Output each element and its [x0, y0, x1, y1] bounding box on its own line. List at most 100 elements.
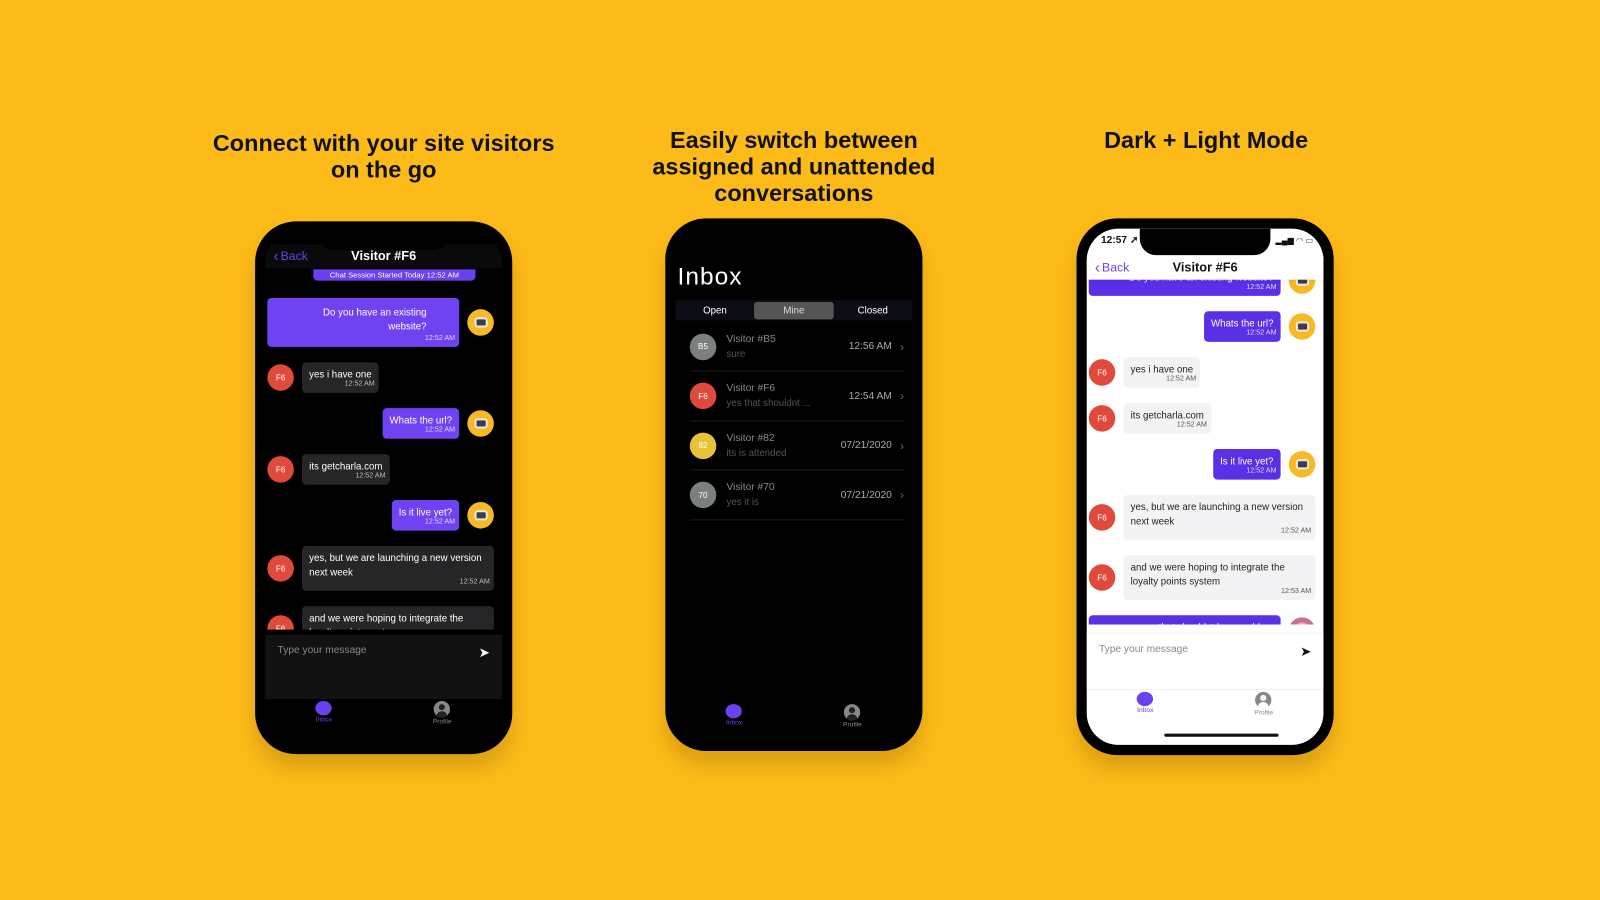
segment-closed[interactable]: Closed	[833, 302, 912, 319]
chevron-right-icon: ›	[899, 339, 905, 354]
tab-bar: Inbox Profile	[1087, 691, 1324, 727]
chevron-right-icon: ›	[899, 487, 905, 503]
message-preview: yes it is	[726, 496, 759, 509]
message-bubble: Whats the url? 12:52 AM	[1203, 311, 1281, 342]
message-input[interactable]: Type your message ➤	[265, 634, 503, 699]
visitor-name: Visitor #B5	[726, 333, 776, 345]
tab-inbox[interactable]: Inbox	[725, 704, 743, 739]
message-time: 12:52 AM	[355, 472, 386, 480]
send-icon[interactable]: ➤	[479, 645, 490, 689]
message-time: 12:52 AM	[1176, 421, 1207, 429]
message-row: Is it live yet? 12:52 AM	[1089, 448, 1316, 480]
message-row: F6 its getcharla.com 12:52 AM	[1088, 403, 1316, 434]
message-text: and we were hoping to integrate the loya…	[309, 613, 464, 629]
visitor-avatar: F6	[267, 615, 294, 630]
message-time: 12:52 AM	[1246, 467, 1277, 475]
input-placeholder: Type your message	[1098, 643, 1189, 656]
message-row: Do you have an existing website?12:52 AM	[267, 297, 494, 347]
message-preview: sure	[726, 348, 746, 360]
tab-profile[interactable]: Profile	[843, 704, 862, 739]
back-label: Back	[1102, 260, 1130, 275]
chat-bubble-icon	[315, 701, 333, 716]
session-banner: Chat Session Started Today 12:52 AM	[313, 269, 476, 281]
notch	[1139, 228, 1271, 256]
message-row: Whats the url? 12:52 AM	[1089, 311, 1316, 342]
visitor-avatar: F6	[267, 364, 294, 391]
message-bubble: Do you have an existing website?12:52 AM	[1088, 279, 1281, 296]
message-time: 12:52 AM	[1246, 329, 1277, 337]
send-icon[interactable]: ➤	[1300, 644, 1311, 679]
visitor-name: Visitor #82	[726, 432, 775, 444]
tab-inbox[interactable]: Inbox	[315, 701, 333, 736]
visitor-name: Visitor #70	[726, 481, 775, 493]
message-bubble: Whats the url? 12:52 AM	[382, 408, 460, 439]
tab-label: Profile	[843, 721, 862, 729]
visitor-avatar: F6	[1088, 359, 1116, 386]
phone-dark-chat: ‹ Back Visitor #F6 Chat Session Started T…	[255, 221, 513, 755]
message-bubble: its getcharla.com 12:52 AM	[302, 454, 390, 485]
visitor-avatar: F6	[267, 456, 294, 483]
chat-header: ‹ Back Visitor #F6	[1086, 255, 1324, 280]
message-time: 12:52 AM	[424, 518, 456, 526]
conversation-row[interactable]: 70 Visitor #70 yes it is 07/21/2020 ›	[689, 471, 905, 520]
visitor-avatar: B5	[689, 333, 717, 360]
profile-icon	[434, 701, 451, 718]
visitor-avatar: 82	[689, 432, 717, 459]
message-row: F6 yes, but we are launching a new versio…	[267, 545, 494, 591]
inbox-segmented-control: Open Mine Closed	[675, 299, 913, 321]
input-placeholder: Type your message	[277, 644, 367, 657]
message-bubble: yes, but we are launching a new version …	[302, 545, 494, 591]
message-row: Is it live yet? 12:52 AM	[267, 499, 494, 531]
chat-bubble-icon	[725, 704, 743, 719]
screen: 12:57 ➚ ▂▄▆ ◠ ▭ ‹Back Visitor #F6 Do you…	[1086, 228, 1324, 745]
message-list[interactable]: Do you have an existing website?12:52 AM…	[265, 297, 502, 630]
tab-profile[interactable]: Profile	[1254, 691, 1274, 727]
message-text: yes, but we are launching a new version …	[309, 553, 482, 579]
conversation-time: 12:56 AM	[848, 340, 892, 353]
back-button[interactable]: ‹ Back	[1095, 259, 1129, 276]
robot-icon	[1288, 313, 1316, 340]
screen: ‹ Back Visitor #F6 Chat Session Started T…	[265, 231, 503, 744]
message-row: F6 yes i have one 12:52 AM	[267, 362, 494, 393]
message-preview: its is attended	[726, 447, 787, 459]
notch	[318, 231, 449, 250]
segment-mine[interactable]: Mine	[754, 301, 834, 319]
visitor-avatar: 70	[689, 481, 717, 509]
message-bubble: and we were hoping to integrate the loya…	[1123, 555, 1316, 600]
chevron-right-icon: ›	[899, 438, 905, 453]
conversation-row[interactable]: F6 Visitor #F6 yes that shouldnt ... 12:54 …	[689, 372, 905, 421]
phone-light-chat: 12:57 ➚ ▂▄▆ ◠ ▭ ‹Back Visitor #F6 Do you…	[1076, 218, 1334, 756]
message-time: 12:52 AM	[424, 426, 456, 434]
tab-profile[interactable]: Profile	[433, 701, 452, 736]
message-row: F6 and we were hoping to integrate the lo…	[267, 606, 494, 630]
message-row: F6 its getcharla.com 12:52 AM	[267, 454, 494, 485]
tab-bar: Inbox Profile	[265, 701, 502, 736]
status-icons: ▂▄▆ ◠ ▭	[1275, 235, 1314, 245]
message-list[interactable]: Do you have an existing website?12:52 AM…	[1087, 279, 1324, 625]
tab-bar: Inbox Profile	[676, 704, 913, 739]
human-avatar	[1288, 617, 1316, 625]
message-bubble: Is it live yet? 12:52 AM	[391, 499, 460, 531]
conversation-time: 07/21/2020	[840, 489, 892, 501]
conversation-row[interactable]: 82 Visitor #82 its is attended 07/21/2020 ›	[689, 421, 905, 471]
chat-title: Visitor #F6	[351, 248, 417, 264]
inbox-title: Inbox	[677, 263, 743, 291]
message-time: 12:52 AM	[1281, 527, 1312, 535]
screen: Inbox Open Mine Closed B5 Visitor #B5 sure 12…	[675, 228, 913, 741]
back-label: Back	[280, 248, 308, 264]
robot-icon	[1288, 451, 1316, 478]
tab-label: Profile	[1254, 709, 1274, 717]
robot-icon	[467, 309, 494, 336]
message-input[interactable]: Type your message ➤	[1086, 632, 1324, 690]
message-time: 12:53 AM	[1281, 587, 1312, 595]
segment-open[interactable]: Open	[676, 302, 755, 319]
conversation-row[interactable]: B5 Visitor #B5 sure 12:56 AM ›	[689, 322, 905, 372]
tab-label: Profile	[432, 718, 452, 726]
message-bubble: yes i have one 12:52 AM	[1123, 357, 1201, 388]
tab-inbox[interactable]: Inbox	[1137, 691, 1154, 727]
message-preview: yes that shouldnt ...	[726, 397, 811, 410]
conversation-time: 12:54 AM	[848, 390, 892, 402]
home-indicator	[1164, 733, 1279, 737]
back-button[interactable]: ‹ Back	[273, 247, 307, 264]
message-bubble: Do you have an existing website?12:52 AM	[267, 297, 460, 347]
